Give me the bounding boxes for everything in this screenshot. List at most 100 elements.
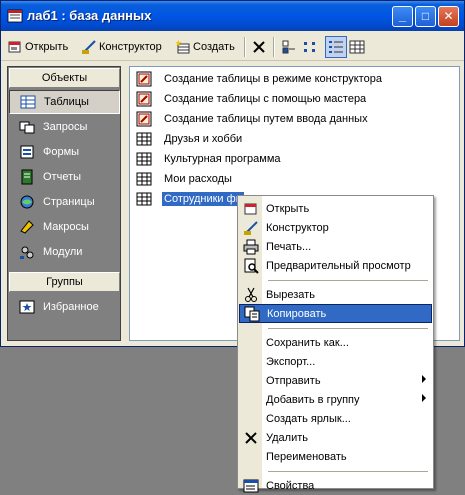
report-icon	[21, 169, 33, 185]
menu-item-label: Свойства	[266, 479, 315, 492]
open-label: Открыть	[25, 41, 69, 53]
sidebar-item-label: Макросы	[43, 221, 89, 233]
menu-item-add-to-group[interactable]: Добавить в группу	[239, 390, 432, 409]
properties-icon	[243, 479, 259, 492]
empty-icon-slot	[243, 411, 259, 427]
list-view-button[interactable]	[325, 36, 347, 58]
empty-icon-slot	[243, 392, 259, 408]
menu-item-export[interactable]: Экспорт...	[239, 352, 432, 371]
menu-separator	[268, 328, 428, 329]
sidebar-item-favorites[interactable]: Избранное	[9, 295, 120, 319]
menu-item-open[interactable]: Открыть	[239, 199, 432, 218]
wizard-shortcut-icon	[136, 91, 152, 107]
context-menu: Открыть Конструктор Печать... Предварите…	[237, 195, 434, 492]
form-icon	[20, 145, 34, 159]
database-window-icon	[7, 9, 23, 23]
designer-button[interactable]: Конструктор	[81, 37, 162, 57]
menu-item-preview[interactable]: Предварительный просмотр	[239, 256, 432, 275]
menu-item-label: Конструктор	[266, 221, 329, 234]
menu-item-properties[interactable]: Свойства	[239, 476, 432, 495]
menu-item-label: Переименовать	[266, 450, 347, 463]
list-item[interactable]: Создание таблицы путем ввода данных	[136, 110, 370, 128]
page-icon	[20, 195, 34, 209]
menu-separator	[268, 471, 428, 472]
objects-bar: Объекты Таблицы Запросы Формы Отчеты Стр…	[7, 66, 121, 341]
create-button[interactable]: Создать	[175, 37, 235, 57]
list-item-label: Культурная программа	[164, 153, 281, 165]
query-icon	[19, 121, 35, 134]
table-icon	[136, 132, 152, 146]
sidebar-item-queries[interactable]: Запросы	[9, 115, 120, 139]
list-item[interactable]: Мои расходы	[136, 170, 234, 188]
menu-item-delete[interactable]: Удалить	[239, 428, 432, 447]
large-icons-button[interactable]	[281, 37, 297, 57]
empty-icon-slot	[243, 354, 259, 370]
list-item-selected[interactable]: Сотрудники фи	[136, 190, 244, 208]
window-title: лаб1 : база данных	[27, 8, 152, 23]
open-icon	[244, 203, 257, 214]
macro-icon	[20, 220, 34, 234]
menu-item-label: Печать...	[266, 240, 312, 253]
small-icons-button[interactable]	[303, 37, 319, 57]
print-preview-icon	[244, 258, 259, 274]
list-item[interactable]: Создание таблицы в режиме конструктора	[136, 70, 384, 88]
menu-item-save-as[interactable]: Сохранить как...	[239, 333, 432, 352]
maximize-button[interactable]: □	[415, 6, 436, 27]
menu-item-label: Открыть	[266, 202, 310, 215]
groups-header[interactable]: Группы	[9, 272, 120, 292]
list-item[interactable]: Культурная программа	[136, 150, 283, 168]
sidebar-item-macros[interactable]: Макросы	[9, 215, 120, 239]
menu-item-label: Создать ярлык...	[266, 412, 351, 425]
menu-item-rename[interactable]: Переименовать	[239, 447, 432, 466]
submenu-arrow-icon	[422, 375, 426, 383]
scissors-icon	[245, 287, 257, 302]
list-item-label: Друзья и хобби	[164, 133, 243, 145]
delete-icon	[253, 41, 265, 53]
menu-item-label: Сохранить как...	[266, 336, 349, 349]
submenu-arrow-icon	[422, 394, 426, 402]
list-item-label: Создание таблицы путем ввода данных	[164, 113, 368, 125]
list-item[interactable]: Создание таблицы с помощью мастера	[136, 90, 368, 108]
sidebar-item-pages[interactable]: Страницы	[9, 190, 120, 214]
menu-item-copy[interactable]: Копировать	[239, 304, 432, 323]
objects-header[interactable]: Объекты	[9, 68, 120, 88]
empty-icon-slot	[243, 449, 259, 465]
list-item-label: Сотрудники фи	[162, 192, 244, 206]
menu-item-create-shortcut[interactable]: Создать ярлык...	[239, 409, 432, 428]
list-item-label: Создание таблицы с помощью мастера	[164, 93, 367, 105]
menu-item-cut[interactable]: Вырезать	[239, 285, 432, 304]
menu-item-label: Добавить в группу	[266, 393, 360, 406]
list-item[interactable]: Друзья и хобби	[136, 130, 244, 148]
sidebar-item-label: Запросы	[43, 121, 88, 133]
sidebar-item-label: Модули	[43, 246, 83, 258]
sidebar-item-modules[interactable]: Модули	[9, 240, 120, 264]
delete-icon	[245, 431, 257, 444]
menu-separator	[268, 280, 428, 281]
menu-item-print[interactable]: Печать...	[239, 237, 432, 256]
copy-icon	[244, 306, 260, 321]
sidebar-item-label: Отчеты	[43, 171, 82, 183]
create-label: Создать	[193, 41, 235, 53]
sidebar-item-label: Избранное	[43, 301, 99, 313]
details-view-button[interactable]	[349, 37, 365, 57]
delete-toolbar-button[interactable]	[251, 37, 267, 57]
close-button[interactable]: ✕	[438, 6, 459, 27]
small-icons-icon	[304, 42, 315, 52]
title-bar[interactable]: лаб1 : база данных _ □ ✕	[1, 1, 464, 31]
minimize-button[interactable]: _	[392, 6, 413, 27]
sidebar-item-tables[interactable]: Таблицы	[9, 90, 120, 114]
menu-item-label: Отправить	[266, 374, 321, 387]
empty-icon-slot	[243, 373, 259, 389]
open-button[interactable]: Открыть	[7, 37, 68, 57]
module-icon	[20, 246, 34, 259]
list-item-label: Создание таблицы в режиме конструктора	[164, 73, 382, 85]
list-view-icon	[329, 41, 343, 53]
sidebar-item-reports[interactable]: Отчеты	[9, 165, 120, 189]
menu-item-designer[interactable]: Конструктор	[239, 218, 432, 237]
sidebar-item-label: Страницы	[43, 196, 95, 208]
menu-item-label: Вырезать	[266, 288, 315, 301]
sidebar-item-forms[interactable]: Формы	[9, 140, 120, 164]
menu-item-send[interactable]: Отправить	[239, 371, 432, 390]
favorites-icon	[19, 300, 35, 314]
wizard-shortcut-icon	[136, 111, 152, 127]
